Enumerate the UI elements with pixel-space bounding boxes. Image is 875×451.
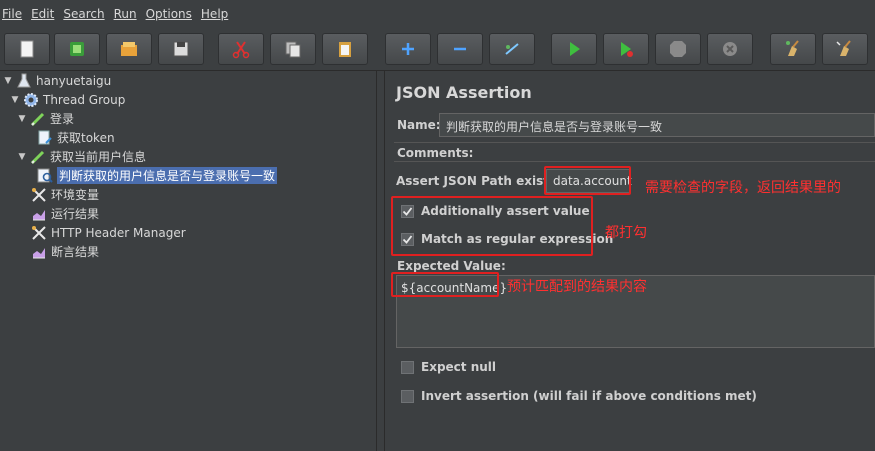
- test-plan-tree: ▼ hanyuetaigu ▼ Thread Group ▼ 登录 获取toke…: [0, 71, 376, 451]
- templates-icon: [70, 42, 84, 56]
- menu-search[interactable]: Search: [63, 7, 104, 21]
- tree-node-json-assertion[interactable]: 判断获取的用户信息是否与登录账号一致: [36, 166, 278, 185]
- expand-all-button[interactable]: [385, 33, 431, 65]
- panel-title: JSON Assertion: [396, 83, 532, 102]
- collapse-arrow-icon[interactable]: ▼: [17, 152, 27, 162]
- name-label: Name:: [397, 118, 441, 132]
- expect-null-label: Expect null: [421, 360, 497, 374]
- flask-icon: [15, 72, 32, 89]
- expect-null-checkbox[interactable]: [401, 360, 414, 374]
- graph-icon: [30, 243, 47, 260]
- menu-file[interactable]: File: [2, 7, 22, 21]
- save-icon: [173, 41, 189, 57]
- clear-icon: [786, 40, 799, 56]
- start-no-pauses-button[interactable]: [603, 33, 649, 65]
- tree-node-root[interactable]: ▼ hanyuetaigu: [3, 71, 111, 90]
- tree-node-assert-results[interactable]: 断言结果: [30, 242, 99, 261]
- invert-label: Invert assertion (will fail if above con…: [421, 389, 757, 403]
- toggle-button[interactable]: [489, 33, 535, 65]
- tree-node-run-results[interactable]: 运行结果: [30, 204, 99, 223]
- shutdown-button[interactable]: [707, 33, 753, 65]
- cut-icon: [232, 41, 250, 59]
- tools-icon: [30, 224, 47, 241]
- stop-icon: [670, 41, 686, 57]
- json-assertion-panel: JSON Assertion Name: 判断获取的用户信息是否与登录账号一致 …: [385, 71, 875, 451]
- checkbox-annotation: 都打勾: [605, 225, 647, 241]
- expected-value-annotation: 预计匹配到的结果内容: [507, 279, 647, 295]
- checkbox-highlight-box: [391, 196, 593, 256]
- tools-icon: [30, 186, 47, 203]
- shutdown-icon: [723, 42, 737, 56]
- json-path-highlight-box: [544, 166, 631, 195]
- menu-help[interactable]: Help: [201, 7, 228, 21]
- menu-run[interactable]: Run: [114, 7, 137, 21]
- invert-checkbox[interactable]: [401, 389, 414, 403]
- copy-icon: [285, 41, 301, 58]
- invert-checkbox-row[interactable]: Invert assertion (will fail if above con…: [401, 389, 757, 403]
- expected-value-highlight-box: [391, 272, 499, 297]
- graph-icon: [30, 205, 47, 222]
- collapse-arrow-icon[interactable]: ▼: [3, 76, 13, 86]
- toggle-icon: [505, 43, 519, 55]
- expand-icon: [402, 43, 414, 55]
- templates-button[interactable]: [54, 33, 100, 65]
- clear-all-icon: [836, 40, 851, 56]
- tree-node-get-token[interactable]: 获取token: [36, 128, 115, 147]
- tree-node-login[interactable]: ▼ 登录: [17, 109, 74, 128]
- open-icon: [121, 42, 137, 56]
- clear-all-button[interactable]: [822, 33, 868, 65]
- stop-button[interactable]: [655, 33, 701, 65]
- json-path-label: Assert JSON Path exists:: [396, 174, 561, 188]
- json-path-annotation: 需要检查的字段，返回结果里的: [645, 180, 841, 196]
- toolbar: [0, 27, 875, 71]
- save-button[interactable]: [158, 33, 204, 65]
- cut-button[interactable]: [218, 33, 264, 65]
- gear-icon: [22, 91, 39, 108]
- comments-bar[interactable]: Comments:: [394, 142, 875, 162]
- collapse-icon: [454, 47, 466, 51]
- sampler-pen-icon: [29, 110, 46, 127]
- menu-options[interactable]: Options: [146, 7, 192, 21]
- name-input[interactable]: 判断获取的用户信息是否与登录账号一致: [439, 113, 875, 137]
- sampler-pen-icon: [29, 148, 46, 165]
- paste-icon: [339, 42, 351, 57]
- tree-node-get-user-info[interactable]: ▼ 获取当前用户信息: [17, 147, 146, 166]
- script-icon: [36, 129, 53, 146]
- start-button[interactable]: [551, 33, 597, 65]
- comments-label: Comments:: [397, 146, 474, 160]
- collapse-all-button[interactable]: [437, 33, 483, 65]
- collapse-arrow-icon[interactable]: ▼: [10, 95, 20, 105]
- copy-button[interactable]: [270, 33, 316, 65]
- magnifier-icon: [36, 167, 53, 184]
- new-button[interactable]: [4, 33, 50, 65]
- expected-value-label: Expected Value:: [397, 259, 506, 273]
- name-row: Name: 判断获取的用户信息是否与登录账号一致: [394, 113, 875, 139]
- clear-button[interactable]: [770, 33, 816, 65]
- expect-null-checkbox-row[interactable]: Expect null: [401, 360, 496, 374]
- tree-node-thread-group[interactable]: ▼ Thread Group: [10, 90, 125, 109]
- menu-edit[interactable]: Edit: [31, 7, 54, 21]
- new-icon: [20, 40, 34, 58]
- tree-node-header-manager[interactable]: HTTP Header Manager: [30, 223, 186, 242]
- open-button[interactable]: [106, 33, 152, 65]
- menu-bar: File Edit Search Run Options Help: [0, 0, 875, 27]
- start-icon: [570, 42, 580, 56]
- collapse-arrow-icon[interactable]: ▼: [17, 114, 27, 124]
- paste-button[interactable]: [322, 33, 368, 65]
- tree-node-env-vars[interactable]: 环境变量: [30, 185, 99, 204]
- start-no-pause-icon: [621, 42, 633, 57]
- panel-splitter[interactable]: [376, 71, 385, 451]
